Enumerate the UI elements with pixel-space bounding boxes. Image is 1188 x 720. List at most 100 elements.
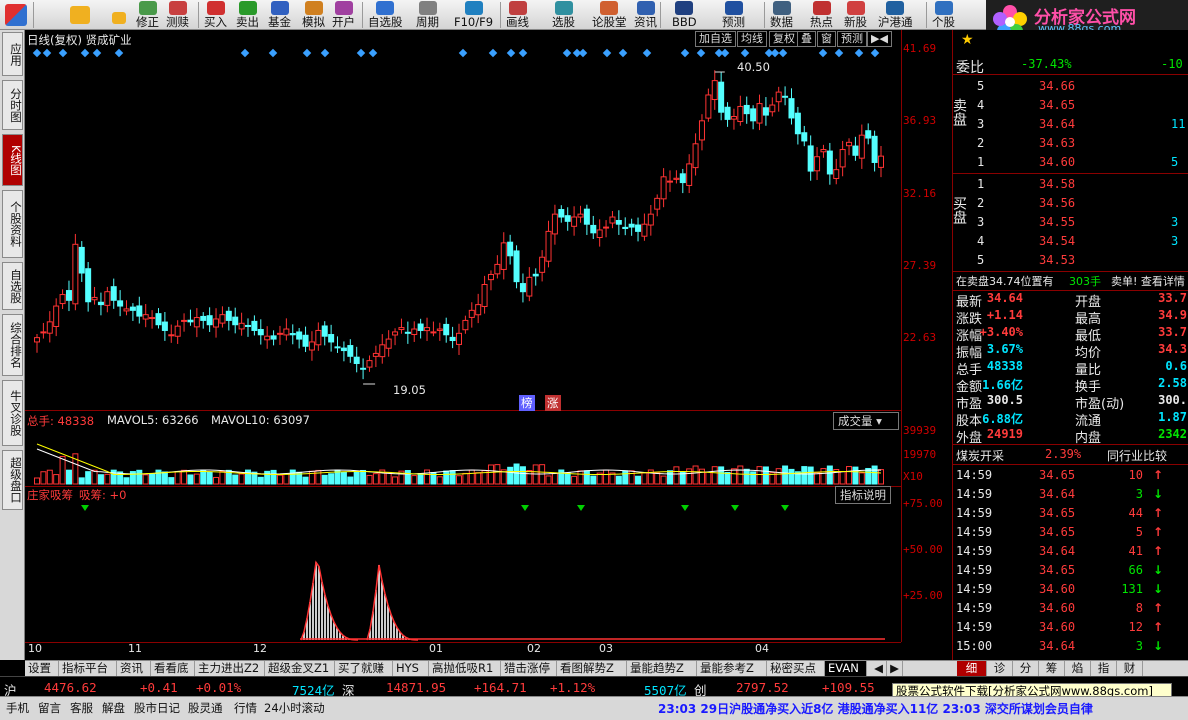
sells-row[interactable]: 1 34.60 5 [953, 154, 1188, 173]
rise-tag[interactable]: 涨 [545, 395, 561, 411]
app-menu-icon[interactable] [2, 0, 30, 30]
sh-index[interactable]: 4476.62 [44, 680, 97, 695]
rank-tag[interactable]: 榜 [519, 395, 535, 411]
status-link-6[interactable]: 行情 [234, 700, 257, 716]
toolbar-button-0[interactable]: 修正 [136, 0, 159, 30]
toolbar-button-11[interactable]: 选股 [552, 0, 575, 30]
sells-row[interactable]: 5 34.66 [953, 78, 1188, 97]
back-icon[interactable] [68, 0, 92, 30]
toolbar-button-20[interactable]: 个股 [932, 0, 955, 30]
candle-body [519, 283, 526, 293]
chart-button-3[interactable]: 叠 [797, 31, 816, 47]
bottom-tab-5[interactable]: 超级金叉Z1 [265, 661, 335, 677]
left-tab-0[interactable]: 应用 [2, 32, 23, 76]
toolbar-button-17[interactable]: 热点 [810, 0, 833, 30]
signal-marker [578, 48, 588, 58]
bottom-tab-6[interactable]: 买了就赚 [335, 661, 393, 677]
bottom-tab-3[interactable]: 看看底 [151, 661, 195, 677]
chart-button-4[interactable]: 窗 [817, 31, 836, 47]
big-order-info[interactable]: 在卖盘34.74位置有 303手 卖单! 查看详情 [953, 272, 1188, 291]
left-tab-3[interactable]: 个股资料 [2, 190, 23, 258]
right-tab-2[interactable]: 分 [1013, 661, 1039, 677]
star-icon[interactable]: ★ [961, 32, 974, 48]
arrow-down-icon: ↓ [1153, 487, 1164, 501]
buys-row[interactable]: 2 34.56 [953, 195, 1188, 214]
toolbar-button-5[interactable]: 模拟 [302, 0, 325, 30]
sector-row[interactable]: 煤炭开采 2.39% 同行业比较 [953, 446, 1188, 465]
buys-row[interactable]: 3 34.55 3 [953, 214, 1188, 233]
toolbar-button-16[interactable]: 数据 [770, 0, 793, 30]
right-tab-4[interactable]: 焰 [1065, 661, 1091, 677]
chart-button-2[interactable]: 复权 [769, 31, 799, 47]
left-tab-7[interactable]: 超级盘口 [2, 450, 23, 510]
right-tab-0[interactable]: 细 [957, 661, 987, 677]
indicator-help-button[interactable]: 指标说明 [835, 486, 891, 504]
tabs-prev-icon[interactable]: ◀ [871, 661, 887, 677]
status-link-5[interactable]: 股灵通 [188, 700, 223, 716]
left-tab-6[interactable]: 牛叉诊股 [2, 380, 23, 446]
buys-row[interactable]: 4 34.54 3 [953, 233, 1188, 252]
right-tab-3[interactable]: 筹 [1039, 661, 1065, 677]
status-link-2[interactable]: 客服 [70, 700, 93, 716]
toolbar-button-8[interactable]: 周期 [416, 0, 439, 30]
bottom-tab-1[interactable]: 指标平台 [59, 661, 117, 677]
bottom-tab-8[interactable]: 高抛低吸R1 [429, 661, 501, 677]
status-link-3[interactable]: 解盘 [102, 700, 125, 716]
status-link-1[interactable]: 留言 [38, 700, 61, 716]
toolbar-button-12[interactable]: 论股堂 [592, 0, 627, 30]
cy-index[interactable]: 2797.52 [736, 680, 789, 695]
candle-body [85, 268, 92, 303]
status-link-0[interactable]: 手机 [6, 700, 29, 716]
toolbar-button-4[interactable]: 基金 [268, 0, 291, 30]
toolbar-button-14[interactable]: BBD [672, 0, 697, 30]
toolbar-button-10[interactable]: 画线 [506, 0, 529, 30]
sells-row[interactable]: 2 34.63 [953, 135, 1188, 154]
right-tab-5[interactable]: 指 [1091, 661, 1117, 677]
toolbar-button-7[interactable]: 自选股 [368, 0, 403, 30]
bottom-tab-11[interactable]: 量能趋势Z [627, 661, 697, 677]
bottom-tab-13[interactable]: 秘密买点 [767, 661, 825, 677]
chart-button-1[interactable]: 均线 [737, 31, 767, 47]
tick-price: 34.65 [1039, 525, 1076, 539]
toolbar-button-1[interactable]: 测赎 [166, 0, 189, 30]
more-arrow-button[interactable]: ▶◀ [867, 31, 892, 47]
chart-button-0[interactable]: 加自选 [695, 31, 736, 47]
sells-row[interactable]: 3 34.64 11 [953, 116, 1188, 135]
left-tab-2[interactable]: K线图 [2, 134, 23, 186]
toolbar-button-19[interactable]: 沪港通 [878, 0, 913, 30]
tabs-next-icon[interactable]: ▶ [887, 661, 903, 677]
volume-bar [475, 472, 482, 485]
status-link-4[interactable]: 股市日记 [134, 700, 180, 716]
news-ticker[interactable]: 23:03 29日沪股通净买入近8亿 港股通净买入11亿 23:03 深交所谋划… [658, 700, 1093, 717]
left-tab-1[interactable]: 分时图 [2, 80, 23, 130]
volume-indicator-select[interactable]: 成交量 ▾ [833, 412, 899, 430]
bottom-tab-9[interactable]: 猎击涨停 [501, 661, 557, 677]
left-tab-4[interactable]: 自选股 [2, 262, 23, 310]
right-tab-6[interactable]: 财 [1117, 661, 1143, 677]
bottom-tab-12[interactable]: 量能参考Z [697, 661, 767, 677]
right-tab-1[interactable]: 诊 [987, 661, 1013, 677]
bottom-tab-4[interactable]: 主力进出Z2 [195, 661, 265, 677]
chart-button-5[interactable]: 预测 [837, 31, 867, 47]
toolbar-button-13[interactable]: 资讯 [634, 0, 657, 30]
toolbar-button-3[interactable]: 卖出 [236, 0, 259, 30]
down-icon[interactable] [108, 0, 130, 30]
toolbar-button-6[interactable]: 开户 [332, 0, 355, 30]
toolbar-button-9[interactable]: F10/F9 [454, 0, 493, 30]
bottom-tab-0[interactable]: 设置 [25, 661, 59, 677]
toolbar-button-18[interactable]: 新股 [844, 0, 867, 30]
buys-row[interactable]: 5 34.53 [953, 252, 1188, 271]
bottom-tab-10[interactable]: 看图解势Z [557, 661, 627, 677]
bottom-tab-14[interactable]: EVAN [825, 661, 867, 677]
toolbar-button-2[interactable]: 买入 [204, 0, 227, 30]
sector-compare-link[interactable]: 同行业比较 [1107, 447, 1167, 464]
bottom-tab-7[interactable]: HYS [393, 661, 429, 677]
status-link-7[interactable]: 24小时滚动 [264, 700, 325, 716]
bottom-tab-2[interactable]: 资讯 [117, 661, 151, 677]
toolbar-button-15[interactable]: 预测 [722, 0, 745, 30]
buys-row[interactable]: 1 34.58 [953, 176, 1188, 195]
big-order-link[interactable]: 卖单! 查看详情 [1111, 273, 1185, 289]
sells-row[interactable]: 4 34.65 [953, 97, 1188, 116]
left-tab-5[interactable]: 综合排名 [2, 314, 23, 376]
sz-index[interactable]: 14871.95 [386, 680, 446, 695]
